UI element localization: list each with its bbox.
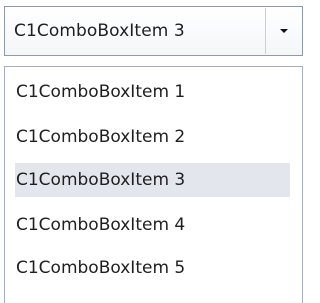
combo-item-1[interactable]: C1ComboBoxItem 1 (15, 75, 290, 109)
combo-item-5[interactable]: C1ComboBoxItem 5 (15, 251, 290, 285)
combo-box[interactable]: C1ComboBoxItem 3 (4, 6, 303, 56)
combo-item-2[interactable]: C1ComboBoxItem 2 (15, 120, 290, 154)
combo-dropdown-list: C1ComboBoxItem 1 C1ComboBoxItem 2 C1Comb… (4, 66, 303, 303)
combo-item-label: C1ComboBoxItem 2 (16, 127, 186, 147)
combo-selected-value: C1ComboBoxItem 3 (14, 21, 185, 41)
combo-item-label: C1ComboBoxItem 3 (16, 170, 186, 190)
combo-item-4[interactable]: C1ComboBoxItem 4 (15, 208, 290, 242)
combo-item-label: C1ComboBoxItem 5 (16, 258, 186, 278)
combo-item-3[interactable]: C1ComboBoxItem 3 (15, 163, 290, 197)
combo-dropdown-button[interactable] (266, 7, 302, 55)
combo-item-label: C1ComboBoxItem 1 (16, 82, 186, 102)
combo-item-label: C1ComboBoxItem 4 (16, 215, 186, 235)
chevron-down-icon (280, 29, 288, 33)
